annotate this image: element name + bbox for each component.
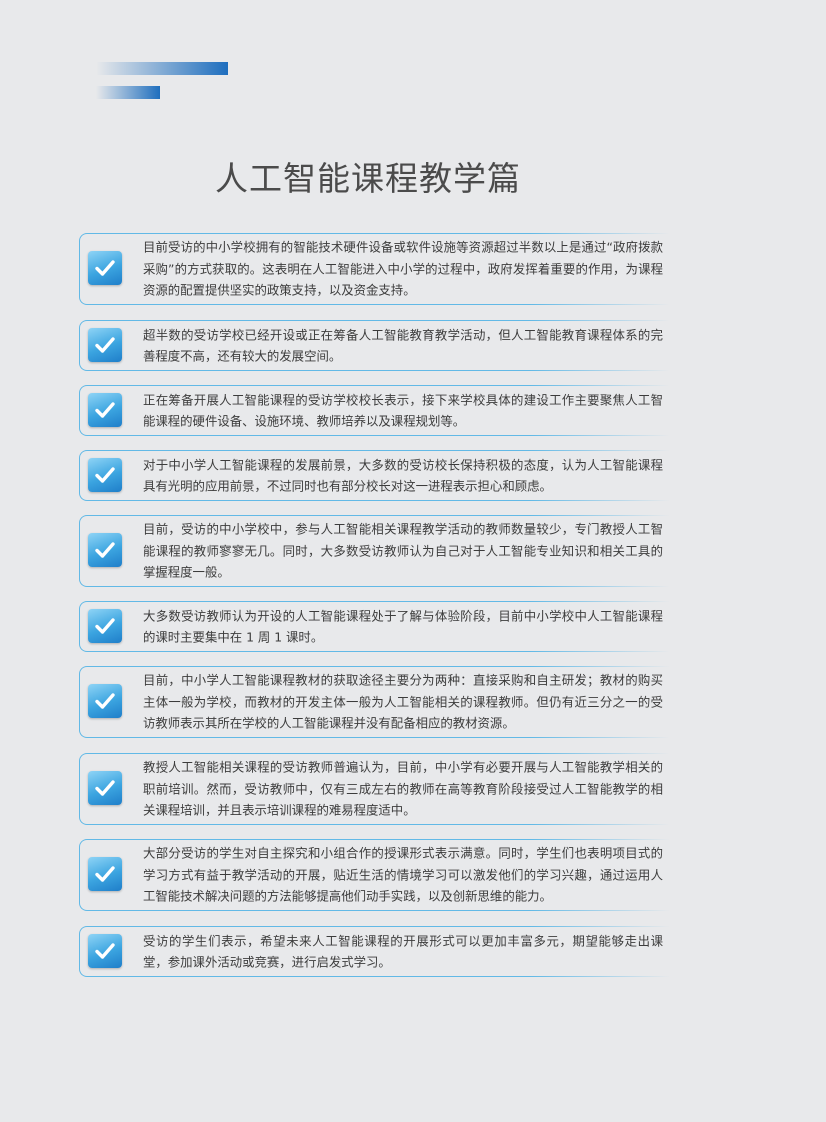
list-item: 目前，受访的中小学校中，参与人工智能相关课程教学活动的教师数量较少，专门教授人工… [79, 514, 670, 588]
list-item-text: 大部分受访的学生对自主探究和小组合作的授课形式表示满意。同时，学生们也表明项目式… [143, 845, 663, 904]
list-item: 教授人工智能相关课程的受访教师普遍认为，目前，中小学有必要开展与人工智能教学相关… [79, 752, 670, 826]
list-item: 目前受访的中小学校拥有的智能技术硬件设备或软件设施等资源超过半数以上是通过“政府… [79, 232, 670, 306]
list-item-text: 对于中小学人工智能课程的发展前景，大多数的受访校长保持积极的态度，认为人工智能课… [143, 456, 663, 494]
list-item: 对于中小学人工智能课程的发展前景，大多数的受访校长保持积极的态度，认为人工智能课… [79, 449, 670, 502]
header-decoration-bar-bottom [96, 86, 160, 99]
list-item: 受访的学生们表示，希望未来人工智能课程的开展形式可以更加丰富多元，期望能够走出课… [79, 925, 670, 978]
list-item: 大部分受访的学生对自主探究和小组合作的授课形式表示满意。同时，学生们也表明项目式… [79, 838, 670, 912]
checkbox-checked-icon [88, 392, 122, 427]
list-item-text: 受访的学生们表示，希望未来人工智能课程的开展形式可以更加丰富多元，期望能够走出课… [143, 932, 663, 970]
header-decoration-bar-top [96, 62, 228, 75]
checkbox-checked-icon [88, 857, 122, 891]
list-item: 大多数受访教师认为开设的人工智能课程处于了解与体验阶段，目前中小学校中人工智能课… [79, 600, 670, 653]
checkbox-checked-icon [88, 771, 122, 805]
list-item: 目前，中小学人工智能课程教材的获取途径主要分为两种：直接采购和自主研发；教材的购… [79, 665, 670, 739]
list-item: 超半数的受访学校已经开设或正在筹备人工智能教育教学活动，但人工智能教育课程体系的… [79, 319, 670, 372]
list-item-text: 目前，中小学人工智能课程教材的获取途径主要分为两种：直接采购和自主研发；教材的购… [143, 672, 663, 731]
checkbox-checked-icon [88, 608, 122, 643]
list-item-text: 大多数受访教师认为开设的人工智能课程处于了解与体验阶段，目前中小学校中人工智能课… [143, 607, 663, 645]
checkbox-checked-icon [88, 251, 122, 285]
checkbox-checked-icon [88, 533, 122, 567]
checkbox-checked-icon [88, 684, 122, 718]
list-item-text: 正在筹备开展人工智能课程的受访学校校长表示，接下来学校具体的建设工作主要聚焦人工… [143, 391, 663, 429]
list-item-text: 超半数的受访学校已经开设或正在筹备人工智能教育教学活动，但人工智能教育课程体系的… [143, 326, 663, 364]
checkbox-checked-icon [88, 457, 122, 492]
list-item: 正在筹备开展人工智能课程的受访学校校长表示，接下来学校具体的建设工作主要聚焦人工… [79, 384, 670, 437]
list-item-text: 目前，受访的中小学校中，参与人工智能相关课程教学活动的教师数量较少，专门教授人工… [143, 521, 663, 580]
list-item-text: 教授人工智能相关课程的受访教师普遍认为，目前，中小学有必要开展与人工智能教学相关… [143, 759, 663, 818]
page-title: 人工智能课程教学篇 [215, 159, 521, 198]
checkbox-checked-icon [88, 933, 122, 968]
list-item-text: 目前受访的中小学校拥有的智能技术硬件设备或软件设施等资源超过半数以上是通过“政府… [143, 239, 663, 298]
checkbox-checked-icon [88, 327, 122, 362]
